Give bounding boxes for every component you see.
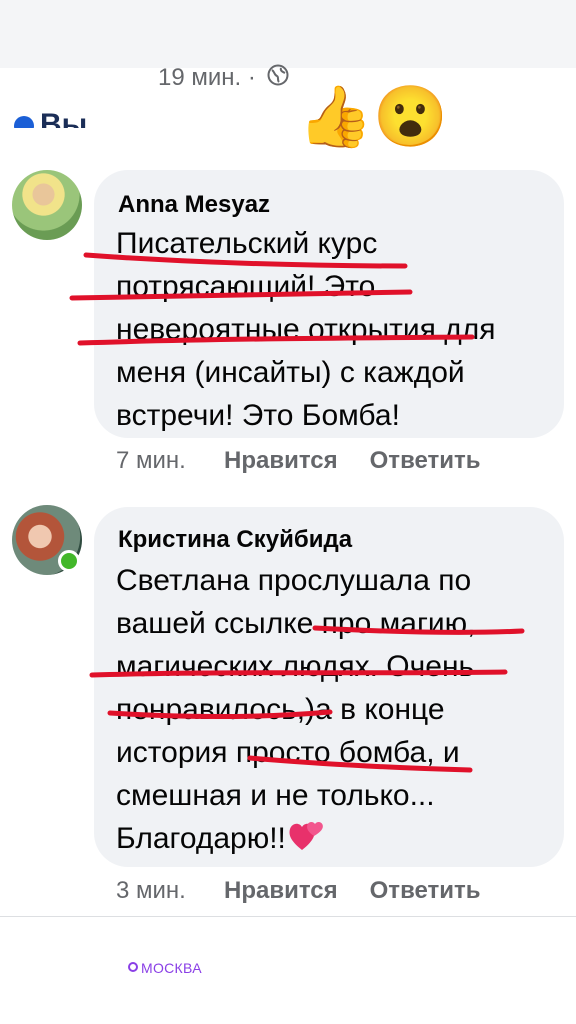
comment-time[interactable]: 7 мин. bbox=[116, 447, 224, 475]
avatar[interactable] bbox=[12, 170, 82, 240]
post-time: 19 мин. bbox=[158, 64, 242, 91]
like-button[interactable]: Нравится bbox=[224, 877, 338, 905]
globe-icon bbox=[267, 64, 289, 93]
divider bbox=[0, 916, 576, 917]
like-button[interactable]: Нравится bbox=[224, 447, 338, 475]
comment-text-end: Благодарю!! bbox=[116, 822, 286, 855]
partial-label: Вы bbox=[14, 108, 87, 128]
comment-bubble: Кристина Скуйбида Светлана прослушала по… bbox=[94, 507, 564, 867]
wow-emoji: 😮 bbox=[373, 83, 448, 150]
reply-button[interactable]: Ответить bbox=[370, 877, 481, 905]
comment-author[interactable]: Кристина Скуйбида bbox=[118, 526, 352, 554]
location-tag[interactable]: МОСКВА bbox=[128, 960, 202, 976]
online-status-dot bbox=[58, 550, 80, 572]
comment-actions: 7 мин. Нравится Ответить bbox=[116, 447, 481, 475]
comment-text: Писательский курс потрясающий! Это невер… bbox=[116, 227, 496, 432]
location-pin-icon bbox=[128, 962, 138, 972]
location-label: МОСКВА bbox=[141, 960, 202, 976]
reaction-icon bbox=[14, 116, 34, 128]
two-hearts-icon bbox=[288, 818, 324, 864]
previous-post-area bbox=[0, 0, 576, 68]
comment-bubble: Anna Mesyaz Писательский курс потрясающи… bbox=[94, 170, 564, 438]
meta-separator: · bbox=[247, 64, 256, 91]
comment-author[interactable]: Anna Mesyaz bbox=[118, 191, 270, 219]
comment-text-body: Светлана прослушала по вашей ссылке про … bbox=[116, 564, 476, 812]
comment-text: Светлана прослушала по вашей ссылке про … bbox=[116, 559, 556, 864]
comment-time[interactable]: 3 мин. bbox=[116, 877, 224, 905]
thumbs-up-emoji: 👍 bbox=[298, 83, 373, 150]
comment-actions: 3 мин. Нравится Ответить bbox=[116, 877, 481, 905]
post-meta: 19 мин. · bbox=[158, 64, 289, 93]
partial-row-cut-off: Вы bbox=[14, 98, 104, 128]
reply-button[interactable]: Ответить bbox=[370, 447, 481, 475]
